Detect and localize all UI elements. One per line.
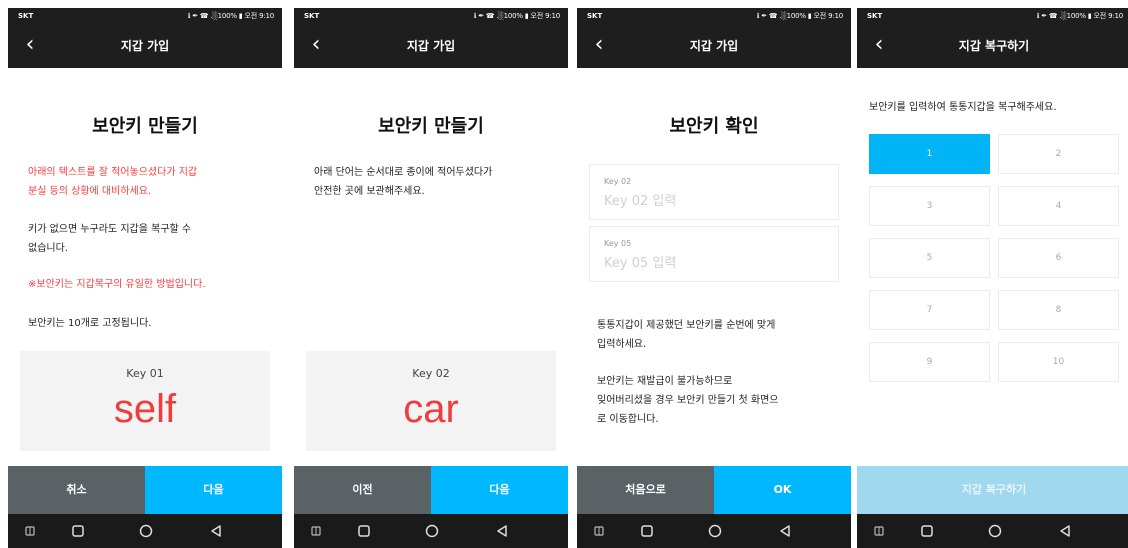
notice-text: ※보안키는 지갑복구의 유일한 방법입니다.	[28, 279, 206, 290]
system-nav-bar	[857, 514, 1128, 548]
info-text: 통통지갑이 제공했던 보안키를 순번에 맞게 입력하세요.	[597, 320, 776, 350]
page-title: 지갑 가입	[120, 39, 170, 53]
system-nav-bar	[8, 514, 282, 548]
carrier-label: SKT	[18, 12, 34, 20]
key-label: Key 01	[126, 367, 164, 380]
key-cell-5[interactable]: 5	[869, 238, 990, 278]
circle-icon[interactable]	[134, 514, 158, 548]
system-nav-bar	[294, 514, 568, 548]
ok-button[interactable]: OK	[714, 466, 851, 514]
app-bar: ‹ 지갑 가입	[294, 24, 568, 68]
back-triangle-icon[interactable]	[204, 514, 228, 548]
carrier-label: SKT	[867, 12, 883, 20]
bottom-action-bar: 처음으로 OK	[577, 466, 851, 514]
page-title: 지갑 가입	[689, 39, 739, 53]
screen-create-key-2: SKT ℹ ✒ ☎ .░100% ▮ 오전 9:10 ‹ 지갑 가입 보안키 만…	[294, 8, 568, 548]
field-label: Key 02	[604, 177, 632, 186]
status-bar: SKT ℹ ✒ ☎ .░100% ▮ 오전 9:10	[294, 8, 568, 24]
section-heading: 보안키 만들기	[378, 116, 484, 137]
screen-confirm-key: SKT ℹ ✒ ☎ .░100% ▮ 오전 9:10 ‹ 지갑 가입 보안키 확…	[577, 8, 851, 548]
key-02-field[interactable]: Key 02 Key 02 입력	[589, 164, 839, 220]
carrier-label: SKT	[587, 12, 603, 20]
page-title: 지갑 복구하기	[958, 39, 1030, 53]
field-placeholder: Key 05 입력	[604, 256, 677, 271]
system-nav-bar	[577, 514, 851, 548]
back-triangle-icon[interactable]	[773, 514, 797, 548]
home-icon[interactable]	[352, 514, 376, 548]
circle-icon[interactable]	[703, 514, 727, 548]
field-label: Key 05	[604, 239, 632, 248]
key-label: Key 02	[412, 367, 450, 380]
warning-text: 아래의 텍스트를 잘 적어놓으셨다가 지갑 분실 등의 상황에 대비하세요.	[28, 167, 198, 197]
previous-button[interactable]: 이전	[294, 466, 431, 514]
key-cell-3[interactable]: 3	[869, 186, 990, 226]
key-cell-6[interactable]: 6	[998, 238, 1119, 278]
next-button[interactable]: 다음	[145, 466, 282, 514]
carrier-label: SKT	[304, 12, 320, 20]
key-word: car	[403, 387, 459, 431]
info-text-2: 보안키는 10개로 고정됩니다.	[28, 318, 152, 329]
status-bar: SKT ℹ ✒ ☎ .░100% ▮ 오전 9:10	[577, 8, 851, 24]
info-text-2: 보안키는 재발급이 불가능하므로 잊어버리셨을 경우 보안키 만들기 첫 화면으…	[597, 376, 779, 425]
section-heading: 보안키 만들기	[92, 116, 198, 137]
key-cell-9[interactable]: 9	[869, 342, 990, 382]
key-cell-4[interactable]: 4	[998, 186, 1119, 226]
key-card: Key 01 self	[20, 351, 270, 451]
next-button[interactable]: 다음	[431, 466, 568, 514]
key-cell-2[interactable]: 2	[998, 134, 1119, 174]
app-bar: ‹ 지갑 가입	[8, 24, 282, 68]
back-triangle-icon[interactable]	[490, 514, 514, 548]
key-cell-8[interactable]: 8	[998, 290, 1119, 330]
menu-icon[interactable]	[867, 514, 891, 548]
restore-wallet-button[interactable]: 지갑 복구하기	[857, 466, 1128, 514]
app-bar: ‹ 지갑 복구하기	[857, 24, 1128, 68]
cancel-button[interactable]: 취소	[8, 466, 145, 514]
page-title: 지갑 가입	[406, 39, 456, 53]
key-cell-1[interactable]: 1	[869, 134, 990, 174]
circle-icon[interactable]	[420, 514, 444, 548]
status-bar: SKT ℹ ✒ ☎ .░100% ▮ 오전 9:10	[8, 8, 282, 24]
status-info: ℹ ✒ ☎ .░100% ▮ 오전 9:10	[473, 12, 560, 20]
menu-icon[interactable]	[587, 514, 611, 548]
circle-icon[interactable]	[983, 514, 1007, 548]
info-text: 아래 단어는 순서대로 종이에 적어두셨다가 안전한 곳에 보관해주세요.	[314, 167, 493, 197]
status-info: ℹ ✒ ☎ .░100% ▮ 오전 9:10	[1036, 12, 1123, 20]
key-grid: 1 2 3 4 5 6 7 8 9 10	[869, 134, 1119, 382]
status-info: ℹ ✒ ☎ .░100% ▮ 오전 9:10	[187, 12, 274, 20]
bottom-action-bar: 이전 다음	[294, 466, 568, 514]
home-icon[interactable]	[635, 514, 659, 548]
key-word: self	[113, 387, 177, 431]
menu-icon[interactable]	[18, 514, 42, 548]
bottom-action-bar: 지갑 복구하기	[857, 466, 1128, 514]
key-05-field[interactable]: Key 05 Key 05 입력	[589, 226, 839, 282]
key-cell-10[interactable]: 10	[998, 342, 1119, 382]
app-bar: ‹ 지갑 가입	[577, 24, 851, 68]
restart-button[interactable]: 처음으로	[577, 466, 714, 514]
status-info: ℹ ✒ ☎ .░100% ▮ 오전 9:10	[756, 12, 843, 20]
field-placeholder: Key 02 입력	[604, 194, 677, 209]
info-text: 보안키를 입력하여 통통지갑을 복구해주세요.	[869, 102, 1057, 113]
back-triangle-icon[interactable]	[1053, 514, 1077, 548]
status-bar: SKT ℹ ✒ ☎ .░100% ▮ 오전 9:10	[857, 8, 1128, 24]
section-heading: 보안키 확인	[669, 116, 759, 137]
key-cell-7[interactable]: 7	[869, 290, 990, 330]
screen-restore-wallet: SKT ℹ ✒ ☎ .░100% ▮ 오전 9:10 ‹ 지갑 복구하기 보안키…	[857, 8, 1128, 548]
bottom-action-bar: 취소 다음	[8, 466, 282, 514]
screen-create-key-1: SKT ℹ ✒ ☎ .░100% ▮ 오전 9:10 ‹ 지갑 가입 보안키 만…	[8, 8, 282, 548]
info-text: 키가 없으면 누구라도 지갑을 복구할 수 없습니다.	[28, 224, 192, 254]
home-icon[interactable]	[66, 514, 90, 548]
home-icon[interactable]	[915, 514, 939, 548]
menu-icon[interactable]	[304, 514, 328, 548]
key-card: Key 02 car	[306, 351, 556, 451]
